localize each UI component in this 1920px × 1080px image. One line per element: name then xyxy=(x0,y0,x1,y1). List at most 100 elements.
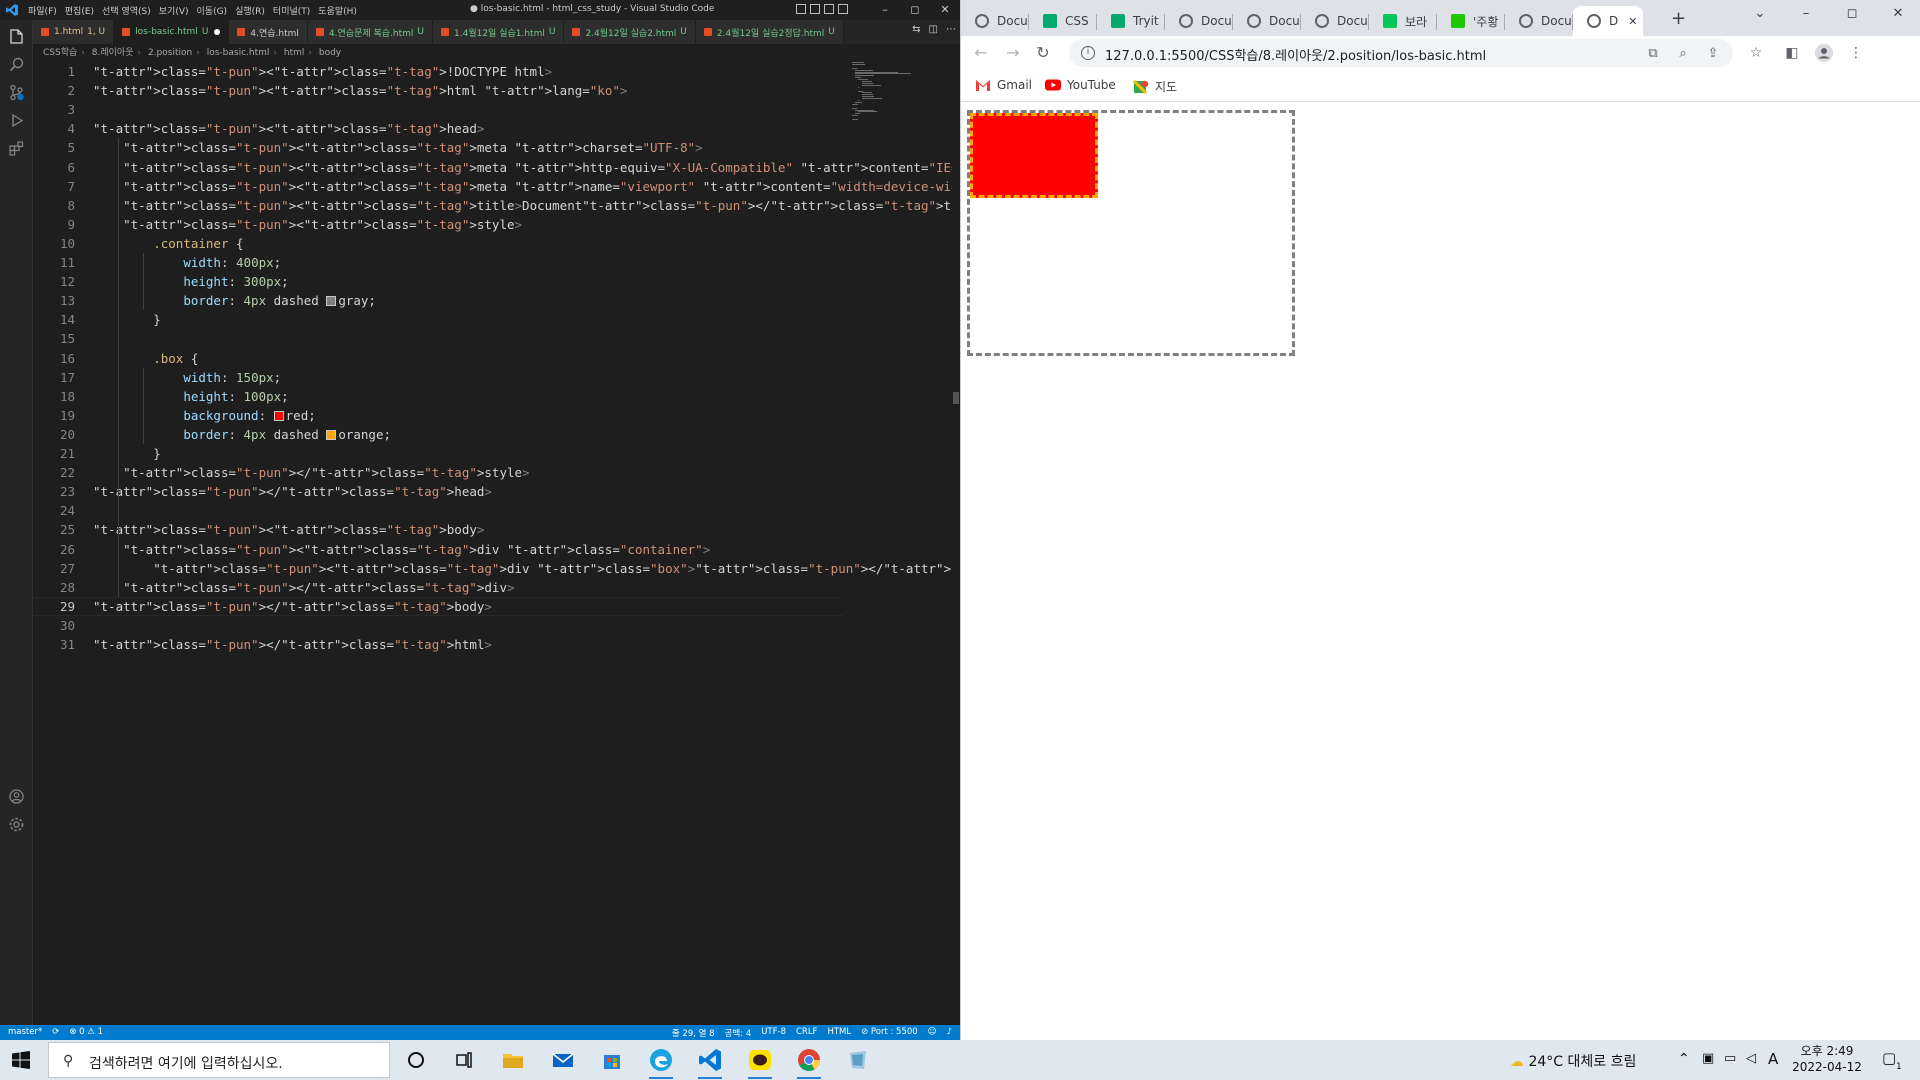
code-line[interactable]: 14 } xyxy=(33,310,853,329)
code-line[interactable]: 9 "t-attr">class="t-pun"><"t-attr">class… xyxy=(33,215,853,234)
breadcrumb-item[interactable]: body xyxy=(319,48,341,58)
minimize-icon[interactable]: – xyxy=(870,0,900,20)
close-icon[interactable]: ✕ xyxy=(930,0,960,20)
notification-icon[interactable]: ▢ xyxy=(1882,1049,1896,1067)
minimize-icon[interactable]: – xyxy=(1783,0,1829,30)
split-editor-icon[interactable]: ◫ xyxy=(929,24,938,35)
bookmark-maps[interactable]: 지도 xyxy=(1133,78,1177,95)
problems-count[interactable]: ⊗ 0 ⚠ 1 xyxy=(69,1027,103,1037)
menu-edit[interactable]: 편집(E) xyxy=(65,4,94,17)
file-explorer-icon[interactable] xyxy=(499,1046,527,1074)
minimap[interactable] xyxy=(852,62,952,122)
code-line[interactable]: 7 "t-attr">class="t-pun"><"t-attr">class… xyxy=(33,177,1131,196)
code-line[interactable]: 21 } xyxy=(33,444,853,463)
menu-go[interactable]: 이동(G) xyxy=(197,4,228,17)
code-line[interactable]: 4 "t-attr">class="t-pun"><"t-attr">class=… xyxy=(33,119,853,138)
encoding[interactable]: UTF-8 xyxy=(761,1027,786,1039)
browser-tab[interactable]: Tryit xyxy=(1097,6,1165,36)
clock[interactable]: 오후 2:49 2022-04-12 xyxy=(1792,1043,1862,1075)
line-ending[interactable]: CRLF xyxy=(796,1027,817,1039)
mail-icon[interactable] xyxy=(549,1046,577,1074)
browser-tab-active[interactable]: D ✕ xyxy=(1573,6,1643,36)
more-actions-icon[interactable]: ⋯ xyxy=(946,24,956,35)
code-line[interactable]: 13 border: 4px dashed gray; xyxy=(33,291,853,310)
code-line[interactable]: 17 width: 150px; xyxy=(33,368,853,387)
breadcrumb-item[interactable]: CSS학습 xyxy=(43,48,77,58)
code-line[interactable]: 1 "t-attr">class="t-pun"><"t-attr">class=… xyxy=(33,62,853,81)
menu-selection[interactable]: 선택 영역(S) xyxy=(102,4,151,17)
translate-icon[interactable]: ⧉ xyxy=(1645,46,1661,62)
share-icon[interactable]: ⇪ xyxy=(1705,46,1721,62)
settings-gear-icon[interactable] xyxy=(8,816,25,833)
profile-avatar-icon[interactable] xyxy=(1815,44,1833,62)
browser-tab[interactable]: Docu xyxy=(961,6,1029,36)
code-line[interactable]: 30 xyxy=(33,616,853,635)
code-line[interactable]: 2 "t-attr">class="t-pun"><"t-attr">class=… xyxy=(33,81,853,100)
menu-help[interactable]: 도움말(H) xyxy=(318,4,357,17)
code-line[interactable]: 19 background: red; xyxy=(33,406,853,425)
toggle-secondary-sidebar-icon[interactable] xyxy=(824,4,834,14)
close-icon[interactable]: ✕ xyxy=(1875,0,1920,30)
back-icon[interactable]: ← xyxy=(971,43,991,63)
breadcrumb-item[interactable]: 8.레이아웃 xyxy=(92,48,134,58)
compare-icon[interactable]: ⇆ xyxy=(912,24,920,35)
site-info-icon[interactable]: i xyxy=(1081,46,1095,60)
vscode-taskbar-icon[interactable] xyxy=(696,1046,724,1079)
url-text[interactable]: 127.0.0.1:5500/CSS학습/8.레이아웃/2.position/l… xyxy=(1105,45,1486,64)
customize-layout-icon[interactable] xyxy=(838,4,848,14)
breadcrumb-item[interactable]: 2.position xyxy=(148,48,192,58)
unsaved-dot-icon[interactable] xyxy=(214,29,221,35)
menu-view[interactable]: 보기(V) xyxy=(159,4,189,17)
menu-terminal[interactable]: 터미널(T) xyxy=(273,4,310,17)
browser-tab[interactable]: CSS xyxy=(1029,6,1097,36)
code-line[interactable]: 25 "t-attr">class="t-pun"><"t-attr">class… xyxy=(33,520,853,539)
scrollbar-thumb[interactable] xyxy=(953,392,959,404)
tab-4-practice[interactable]: 4.연습.html xyxy=(229,20,308,44)
forward-icon[interactable]: → xyxy=(1003,43,1023,63)
tab-practice-2-answer[interactable]: 2.4월12일 실습2정답.html U xyxy=(695,20,844,44)
reload-icon[interactable]: ↻ xyxy=(1033,43,1053,63)
menu-file[interactable]: 파일(F) xyxy=(28,4,57,17)
breadcrumb-item[interactable]: los-basic.html xyxy=(207,48,270,58)
explorer-icon[interactable] xyxy=(8,28,25,45)
git-branch[interactable]: master* xyxy=(8,1027,42,1037)
indentation[interactable]: 공백: 4 xyxy=(725,1027,752,1039)
kakaotalk-icon[interactable] xyxy=(746,1046,774,1079)
run-debug-icon[interactable] xyxy=(8,112,25,129)
tab-los-basic-html[interactable]: los-basic.html U xyxy=(114,20,230,44)
source-control-icon[interactable] xyxy=(8,84,25,101)
task-view-icon[interactable] xyxy=(450,1046,478,1074)
bookmark-gmail[interactable]: Gmail xyxy=(975,78,1032,92)
code-line[interactable]: 6 "t-attr">class="t-pun"><"t-attr">class… xyxy=(33,158,1003,177)
bookmark-star-icon[interactable]: ☆ xyxy=(1747,44,1765,62)
tab-practice-1[interactable]: 1.4월12일 실습1.html U xyxy=(433,20,565,44)
maximize-icon[interactable]: ◻ xyxy=(1829,0,1875,30)
maximize-icon[interactable]: ◻ xyxy=(900,0,930,20)
editor-scrollbar[interactable] xyxy=(952,62,960,1025)
store-icon[interactable] xyxy=(598,1046,626,1074)
accounts-icon[interactable] xyxy=(8,788,25,805)
menu-run[interactable]: 실행(R) xyxy=(235,4,265,17)
code-line[interactable]: 26 "t-attr">class="t-pun"><"t-attr">clas… xyxy=(33,540,853,559)
tab-practice-2[interactable]: 2.4월12일 실습2.html U xyxy=(564,20,696,44)
tab-1-html[interactable]: 1.html 1, U xyxy=(33,20,115,44)
sync-icon[interactable]: ⟳ xyxy=(52,1027,59,1037)
bell-icon[interactable]: ♪ xyxy=(947,1027,952,1039)
code-line[interactable]: 16 .box { xyxy=(33,349,853,368)
code-line[interactable]: 24 xyxy=(33,501,853,520)
cursor-position[interactable]: 줄 29, 열 8 xyxy=(672,1027,715,1039)
code-line[interactable]: 3 xyxy=(33,100,853,119)
breadcrumb-item[interactable]: html xyxy=(284,48,305,58)
taskbar-search[interactable]: ⚲ 검색하려면 여기에 입력하십시오. xyxy=(48,1042,390,1078)
windows-start-icon[interactable] xyxy=(12,1051,30,1069)
code-line[interactable]: 31 "t-attr">class="t-pun"></"t-attr">clas… xyxy=(33,635,853,654)
app-taskbar-icon[interactable] xyxy=(844,1046,872,1074)
browser-tab[interactable]: '주황 xyxy=(1437,6,1505,36)
code-line[interactable]: 20 border: 4px dashed orange; xyxy=(33,425,853,444)
chrome-menu-icon[interactable]: ⋮ xyxy=(1847,44,1865,62)
extensions-icon[interactable] xyxy=(8,140,25,157)
weather-widget[interactable]: ☁ 24°C 대체로 흐림 xyxy=(1510,1051,1636,1071)
browser-tab[interactable]: Docu xyxy=(1505,6,1573,36)
chrome-taskbar-icon[interactable] xyxy=(795,1046,823,1079)
code-line[interactable]: 11 width: 400px; xyxy=(33,253,853,272)
